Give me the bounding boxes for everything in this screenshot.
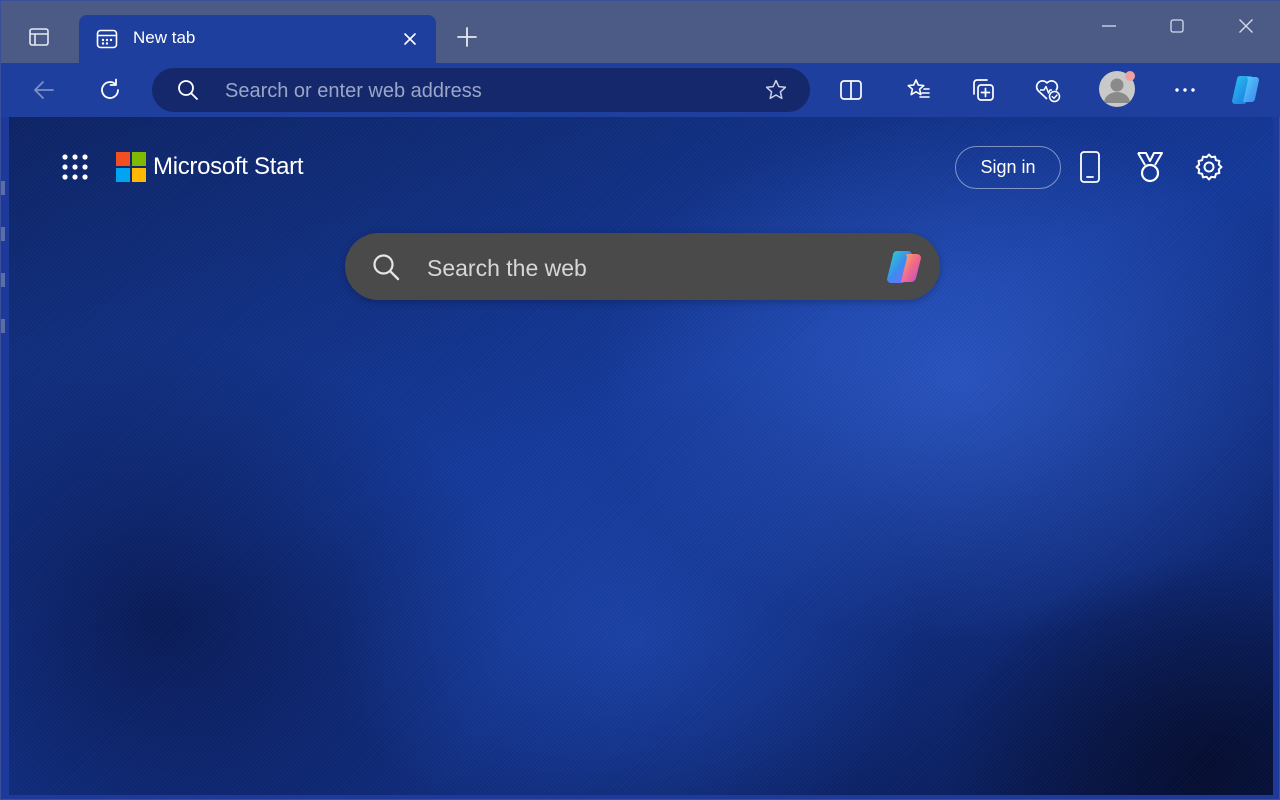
tab-close-icon[interactable] — [398, 27, 422, 51]
split-screen-icon — [840, 80, 862, 100]
copilot-icon[interactable] — [882, 246, 928, 288]
new-tab-page-icon — [95, 27, 119, 51]
address-bar[interactable]: Search or enter web address — [152, 68, 810, 112]
collections-button[interactable] — [964, 71, 1002, 109]
split-screen-button[interactable] — [832, 71, 870, 109]
more-options-button[interactable] — [1166, 71, 1204, 109]
back-button[interactable] — [25, 71, 63, 109]
tab-title: New tab — [133, 28, 196, 47]
tab-actions-icon[interactable] — [19, 19, 59, 55]
back-arrow-icon — [34, 81, 54, 99]
favorites-button[interactable] — [899, 71, 937, 109]
plus-icon — [457, 27, 477, 47]
minimize-icon — [1102, 25, 1116, 27]
phone-icon[interactable] — [1072, 149, 1108, 185]
browser-essentials-button[interactable] — [1029, 71, 1067, 109]
apps-grid-icon[interactable] — [61, 153, 89, 181]
search-icon — [176, 78, 200, 102]
new-tab-button[interactable] — [451, 21, 483, 53]
search-icon — [371, 252, 401, 282]
sign-in-button[interactable]: Sign in — [955, 146, 1061, 189]
settings-gear-icon[interactable] — [1191, 149, 1227, 185]
favorite-star-icon[interactable] — [764, 78, 788, 102]
edge-artifacts — [1, 181, 5, 341]
brand-title[interactable]: Microsoft Start — [153, 153, 304, 181]
maximize-icon — [1170, 19, 1184, 33]
browser-window: New tab Search or enter web address Micr… — [0, 0, 1280, 800]
copilot-icon — [1232, 76, 1259, 105]
web-search-box[interactable]: Search the web — [345, 233, 940, 300]
copilot-button[interactable] — [1227, 71, 1265, 109]
more-options-icon — [1175, 88, 1195, 92]
web-search-input[interactable]: Search the web — [427, 255, 587, 281]
microsoft-logo[interactable] — [116, 152, 146, 182]
close-icon — [1239, 19, 1253, 33]
collections-icon — [973, 79, 994, 101]
maximize-button[interactable] — [1154, 9, 1200, 43]
navigation-toolbar: Search or enter web address — [1, 63, 1280, 117]
tab-new-tab[interactable]: New tab — [79, 15, 436, 63]
minimize-button[interactable] — [1086, 9, 1132, 43]
notification-dot — [1125, 71, 1135, 81]
close-window-button[interactable] — [1223, 9, 1269, 43]
refresh-button[interactable] — [91, 71, 129, 109]
title-bar: New tab — [1, 1, 1280, 63]
address-placeholder[interactable]: Search or enter web address — [225, 79, 482, 103]
rewards-medal-icon[interactable] — [1132, 149, 1168, 185]
favorites-icon — [907, 79, 930, 98]
browser-essentials-icon — [1035, 80, 1061, 103]
refresh-icon — [101, 78, 119, 99]
new-tab-page: Microsoft Start Sign in Search the web — [9, 117, 1273, 795]
